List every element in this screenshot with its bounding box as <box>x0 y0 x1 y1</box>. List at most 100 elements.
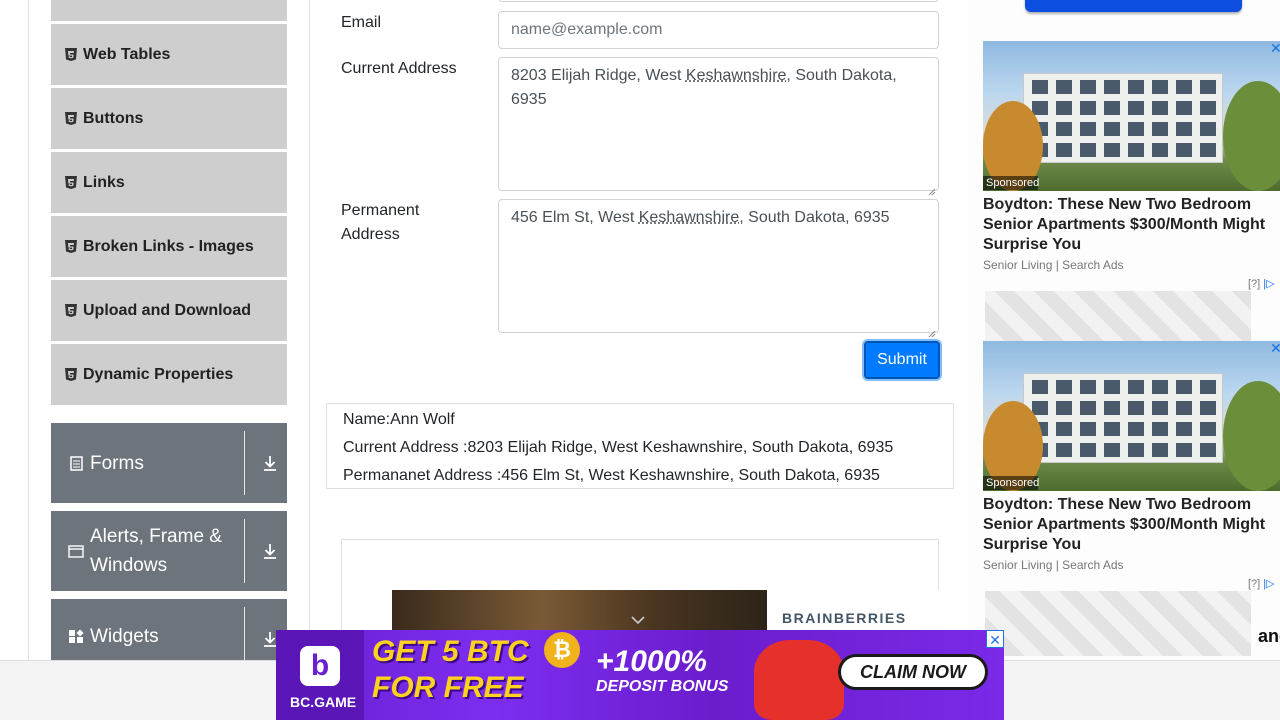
resize-handle[interactable] <box>928 322 936 338</box>
window-pane <box>1200 443 1216 457</box>
close-icon[interactable]: ✕ <box>1270 340 1280 357</box>
html5-icon <box>65 176 77 189</box>
email-label: Email <box>341 14 382 31</box>
page: Web Tables Buttons Links Broken Links - … <box>0 0 1280 720</box>
window-pane <box>1056 380 1072 394</box>
window-icon <box>68 543 84 559</box>
window-pane <box>1152 101 1168 115</box>
sidebar-item-buttons[interactable]: Buttons <box>51 88 287 150</box>
sidebar-item-label: Links <box>83 173 125 191</box>
download-icon[interactable] <box>261 454 279 472</box>
window-pane <box>1104 143 1120 157</box>
window-pane <box>1080 122 1096 136</box>
ad-source[interactable]: Senior Living | Search Ads <box>983 258 1124 272</box>
window-pane <box>1056 401 1072 415</box>
ad-image[interactable] <box>983 341 1280 491</box>
sidebar-item-label: Buttons <box>83 109 144 127</box>
sidebar-item-upload-download[interactable]: Upload and Download <box>51 280 287 342</box>
resize-handle[interactable] <box>928 180 936 196</box>
download-icon[interactable] <box>261 542 279 560</box>
window-pane <box>1176 80 1192 94</box>
close-icon[interactable]: ✕ <box>1270 40 1280 57</box>
partial-ad-text: ang <box>1258 626 1280 646</box>
window-pane <box>1032 380 1048 394</box>
bottom-banner-ad[interactable]: b BC.GAME GET 5 BTC FOR FREE ₿ +1000% DE… <box>276 630 1004 720</box>
group-label: Forms <box>90 452 144 474</box>
window-pane <box>1176 122 1192 136</box>
window-pane <box>1080 101 1096 115</box>
form-icon <box>68 455 84 471</box>
window-pane <box>1056 80 1072 94</box>
permanent-address-text: 456 Elm St, West <box>511 209 639 226</box>
ad-title[interactable]: Boydton: These New Two Bedroom Senior Ap… <box>983 495 1280 555</box>
html5-icon <box>65 368 77 381</box>
html5-icon <box>65 240 77 253</box>
ad-source[interactable]: Senior Living | Search Ads <box>983 558 1124 572</box>
group-label: Alerts, Frame & Windows <box>90 526 222 576</box>
adchoice-label: [?] <box>1248 278 1261 290</box>
window-pane <box>1152 80 1168 94</box>
ad-pattern <box>985 291 1251 341</box>
window-pane <box>1176 380 1192 394</box>
current-address-field[interactable]: 8203 Elijah Ridge, West Keshawnshire, So… <box>498 57 939 196</box>
previous-field[interactable] <box>498 0 939 2</box>
window-pane <box>1032 80 1048 94</box>
ad-image[interactable] <box>983 41 1280 191</box>
window-pane <box>1032 401 1048 415</box>
window-pane <box>1080 422 1096 436</box>
ad-title[interactable]: Boydton: These New Two Bedroom Senior Ap… <box>983 195 1280 255</box>
window-pane <box>1128 143 1144 157</box>
permanent-address-field[interactable]: 456 Elm St, West Keshawnshire, South Dak… <box>498 199 939 338</box>
window-pane <box>1056 443 1072 457</box>
sidebar-item-label: Web Tables <box>83 45 171 63</box>
window-pane <box>1080 143 1096 157</box>
permanent-address-label: Permanent Address <box>341 202 420 243</box>
left-panel: Web Tables Buttons Links Broken Links - … <box>28 0 310 679</box>
group-alerts-frame-windows[interactable]: Alerts, Frame & Windows <box>51 511 287 591</box>
sidebar-item-label: Dynamic Properties <box>83 365 234 383</box>
window-pane <box>1032 101 1048 115</box>
sidebar-item-web-tables[interactable]: Web Tables <box>51 24 287 86</box>
sidebar-item-links[interactable]: Links <box>51 152 287 214</box>
logo-text: BC.GAME <box>290 694 357 710</box>
sidebar-item-label: Broken Links - Images <box>83 237 254 255</box>
tree-image <box>1223 81 1280 191</box>
close-icon[interactable]: ✕ <box>986 630 1004 648</box>
output-name: Name:Ann Wolf <box>343 411 455 428</box>
window-pane <box>1056 143 1072 157</box>
building-image <box>1023 373 1223 463</box>
claim-now-button[interactable]: CLAIM NOW <box>838 654 988 690</box>
window-pane <box>1104 101 1120 115</box>
window-pane <box>1080 380 1096 394</box>
window-pane <box>1200 101 1216 115</box>
email-field[interactable]: name@example.com <box>498 11 939 49</box>
banner-headline: GET 5 BTC FOR FREE <box>372 634 529 706</box>
sponsored-badge: Sponsored <box>983 176 1039 190</box>
html5-icon <box>65 112 77 125</box>
banner-line-1: GET 5 BTC <box>372 635 529 668</box>
window-pane <box>1200 122 1216 136</box>
window-pane <box>1104 80 1120 94</box>
window-pane <box>1152 122 1168 136</box>
window-pane <box>1128 101 1144 115</box>
window-pane <box>1152 143 1168 157</box>
window-pane <box>1080 401 1096 415</box>
sidebar-item-dynamic-properties[interactable]: Dynamic Properties <box>51 344 287 406</box>
ad-pattern <box>985 591 1251 656</box>
ad-top-button[interactable] <box>1025 0 1242 12</box>
adchoices-icon[interactable]: [?] |▷ <box>1248 577 1275 590</box>
submit-button[interactable]: Submit <box>864 341 940 379</box>
group-forms[interactable]: Forms <box>51 423 287 503</box>
sidebar-item-previous[interactable] <box>51 0 287 22</box>
divider <box>244 519 245 583</box>
email-placeholder: name@example.com <box>511 21 663 38</box>
window-pane <box>1056 422 1072 436</box>
building-image <box>1023 73 1223 163</box>
window-pane <box>1200 401 1216 415</box>
sidebar-item-broken-links[interactable]: Broken Links - Images <box>51 216 287 278</box>
divider <box>244 431 245 495</box>
window-pane <box>1176 443 1192 457</box>
window-pane <box>1152 401 1168 415</box>
adchoices-icon[interactable]: [?] |▷ <box>1248 277 1275 290</box>
chevron-down-icon[interactable] <box>630 612 646 625</box>
